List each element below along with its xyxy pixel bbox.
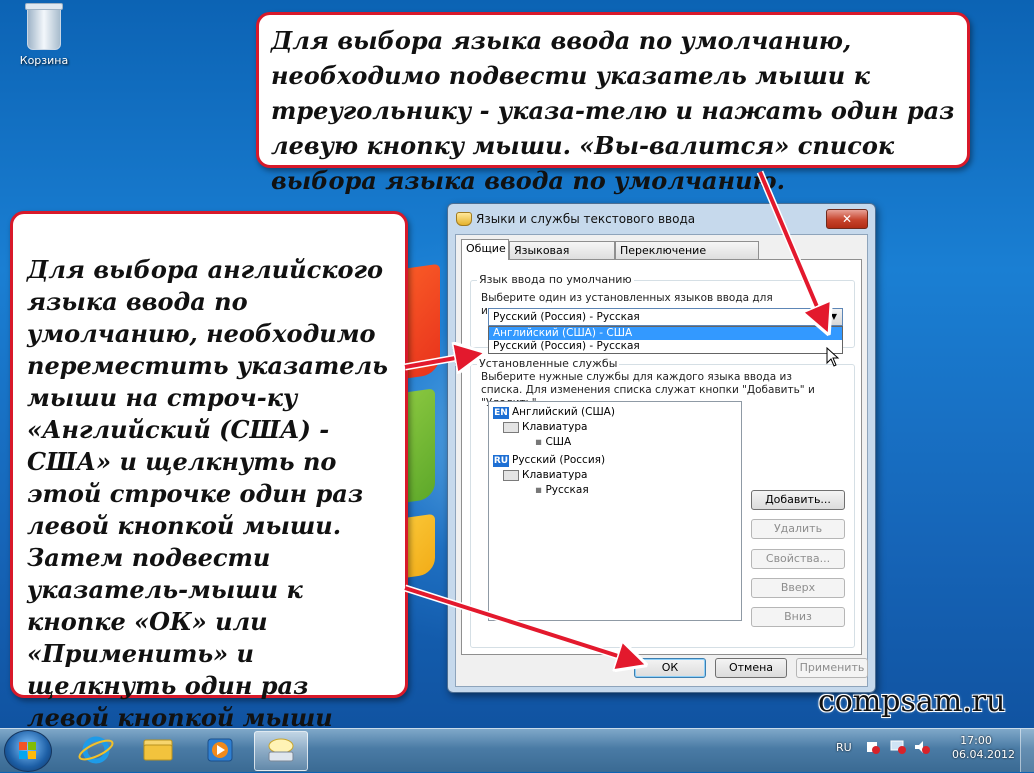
media-player-icon (207, 738, 233, 762)
move-down-button[interactable]: Вниз (751, 607, 845, 627)
network-icon[interactable] (890, 740, 906, 754)
tree-language-russian: Русский (Россия) (512, 454, 606, 466)
tree-item-russian[interactable]: RU Русский (Россия) (493, 453, 605, 467)
internet-explorer-button[interactable] (70, 731, 122, 769)
tree-item-english[interactable]: EN Английский (США) (493, 405, 615, 419)
default-language-group-label: Язык ввода по умолчанию (477, 273, 634, 286)
tree-layout-label: Русская (545, 484, 589, 496)
keyboard-settings-icon (268, 738, 294, 762)
clock-time: 17:00 (960, 734, 992, 747)
services-tree[interactable]: EN Английский (США) Клавиатура ▪ США RU Ру… (488, 401, 742, 621)
taskbar: RU 17:00 06.04.2012 (0, 728, 1034, 772)
folder-icon (143, 739, 173, 761)
dropdown-option-english[interactable]: Английский (США) - США (489, 327, 842, 340)
move-up-button[interactable]: Вверх (751, 578, 845, 598)
installed-services-group-label: Установленные службы (477, 357, 620, 370)
default-language-selected: Русский (Россия) - Русская (493, 311, 640, 323)
tree-category-keyboard-ru[interactable]: Клавиатура (503, 468, 587, 482)
dropdown-option-russian[interactable]: Русский (Россия) - Русская (489, 340, 842, 353)
keyboard-icon (503, 469, 519, 481)
languages-dialog: Языки и службы текстового ввода ✕ Общие … (447, 203, 876, 693)
tree-category-label: Клавиатура (522, 469, 588, 481)
tree-layout-label: США (545, 436, 572, 448)
tree-bullet: ▪ (535, 436, 546, 448)
chevron-down-icon[interactable]: ▼ (825, 309, 842, 325)
clock-date: 06.04.2012 (952, 748, 1015, 761)
tree-category-keyboard-en[interactable]: Клавиатура (503, 420, 587, 434)
watermark: compsam.ru (818, 684, 1006, 719)
recycle-bin-icon (25, 3, 63, 50)
close-button[interactable]: ✕ (826, 209, 868, 229)
apply-button[interactable]: Применить (796, 658, 868, 678)
tab-language-bar[interactable]: Языковая панель (509, 241, 615, 275)
explorer-button[interactable] (132, 731, 184, 769)
media-player-button[interactable] (194, 731, 246, 769)
tree-layout-ru[interactable]: ▪ Русская (535, 483, 589, 497)
language-badge-en: EN (493, 407, 509, 419)
dialog-title: Языки и службы текстового ввода (476, 212, 696, 226)
windows-logo-icon (19, 742, 37, 760)
tree-category-label: Клавиатура (522, 421, 588, 433)
language-badge-ru: RU (493, 455, 509, 467)
default-language-select[interactable]: Русский (Россия) - Русская ▼ (488, 308, 843, 326)
show-desktop-button[interactable] (1020, 729, 1034, 772)
internet-explorer-icon (78, 736, 114, 764)
properties-button[interactable]: Свойства... (751, 549, 845, 569)
ok-button[interactable]: ОК (634, 658, 706, 678)
start-button[interactable] (4, 730, 52, 772)
dialog-titlebar[interactable]: Языки и службы текстового ввода ✕ (448, 204, 875, 234)
tab-keyboard-switch[interactable]: Переключение клавиатуры (615, 241, 759, 275)
keyboard-settings-icon (456, 212, 472, 226)
mouse-pointer-icon (826, 347, 840, 367)
instruction-callout-left: Для выбора английского языка ввода по ум… (10, 211, 408, 732)
volume-icon[interactable] (914, 740, 930, 754)
add-button[interactable]: Добавить... (751, 490, 845, 510)
clock[interactable]: 17:00 06.04.2012 (952, 734, 1015, 762)
tray-language[interactable]: RU (836, 741, 852, 754)
default-language-dropdown: Английский (США) - США Русский (Россия) … (488, 326, 843, 354)
tab-panel-general: Язык ввода по умолчанию Выберите один из… (461, 259, 862, 655)
remove-button[interactable]: Удалить (751, 519, 845, 539)
recycle-bin[interactable]: Корзина (14, 3, 74, 67)
tree-layout-en[interactable]: ▪ США (535, 435, 571, 449)
language-settings-taskbar-button[interactable] (254, 731, 308, 771)
tree-bullet: ▪ (535, 484, 546, 496)
recycle-bin-label: Корзина (19, 54, 69, 67)
instruction-text-left: Для выбора английского языка ввода по ум… (27, 255, 388, 732)
cancel-button[interactable]: Отмена (715, 658, 787, 678)
tree-language-english: Английский (США) (512, 406, 615, 418)
tab-general[interactable]: Общие (461, 239, 509, 260)
action-center-icon[interactable] (866, 740, 880, 754)
instruction-callout-top: Для выбора языка ввода по умолчанию, нео… (256, 12, 970, 195)
keyboard-icon (503, 421, 519, 433)
dialog-body: Общие Языковая панель Переключение клави… (455, 234, 868, 687)
